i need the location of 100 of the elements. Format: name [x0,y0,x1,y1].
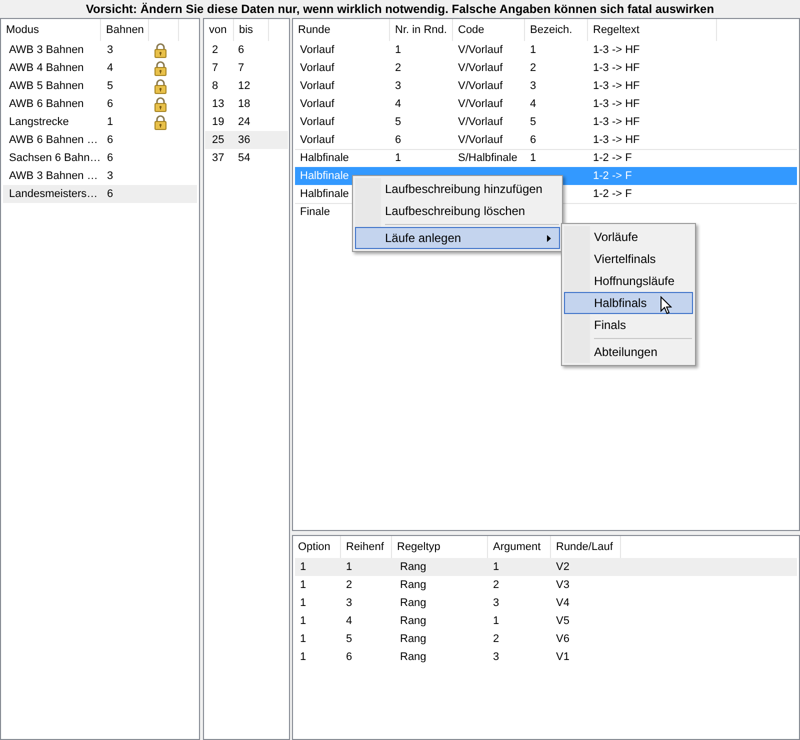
table-cell-text: Langstrecke [8,114,70,130]
table-cell-text: 1 [299,578,308,593]
table-cell-text: 6 [106,132,114,148]
table-cell-text: 1 [299,650,308,665]
column-header[interactable]: von [204,19,234,41]
table-cell-text: V4 [555,596,570,611]
table-cell-text: 6 [106,150,114,166]
table-cell-text: 1 [299,632,308,647]
menu-item[interactable]: Laufbeschreibung hinzufügen [355,178,560,200]
table-row[interactable]: Landesmeisters… 6 [3,185,197,203]
table-cell-text: Vorlauf [299,114,336,130]
table-row[interactable]: 1 4 Rang 1 V5 [295,612,797,630]
column-header[interactable]: Nr. in Rnd. [390,19,453,41]
table-cell-text: 1-2 -> F [592,186,633,202]
menu-item[interactable]: Läufe anlegen [355,227,560,249]
table-row[interactable]: Langstrecke 1 [3,113,197,131]
menu-item[interactable]: Abteilungen [564,341,693,363]
table-cell-text: 1-2 -> F [592,151,633,166]
table-cell-text: Vorlauf [299,96,336,112]
table-row[interactable]: 1 2 Rang 2 V3 [295,576,797,594]
menu-item[interactable]: Laufbeschreibung löschen [355,200,560,222]
table-cell-text: 6 [106,96,114,112]
table-cell-text: 18 [237,96,252,112]
table-cell-text: 6 [345,650,354,665]
table-cell-text: 5 [345,632,354,647]
table-cell-text: V3 [555,578,570,593]
table-cell-text: 7 [211,60,220,76]
table-cell-text: Halbfinale [299,168,350,184]
table-cell-text: 6 [237,42,246,58]
table-cell-text: Vorlauf [299,132,336,148]
table-cell-text: Halbfinale [299,151,350,166]
column-header[interactable]: Bezeich. [525,19,588,41]
table-cell-text: 2 [345,578,354,593]
table-cell-text: 1 [299,596,308,611]
menu-item[interactable]: Finals [564,314,693,336]
table-cell-text: Vorlauf [299,60,336,76]
table-row[interactable]: 1 1 Rang 1 V2 [295,558,797,576]
menu-item[interactable]: Hoffnungsläufe [564,270,693,292]
table-cell-text: Landesmeisters… [8,186,99,202]
column-header[interactable]: bis [234,19,269,41]
column-header[interactable]: Regeltext [588,19,717,41]
table-cell-text: 1 [299,614,308,629]
column-header[interactable]: Bahnen [101,19,149,41]
menu-item[interactable]: Vorläufe [564,226,693,248]
table-row[interactable]: Sachsen 6 Bahn… 6 [3,149,197,167]
table-row[interactable]: AWB 5 Bahnen 5 [3,77,197,95]
table-cell-text: 1-3 -> HF [592,132,641,148]
table-cell-text: 2 [211,42,220,58]
table-cell-text: 1 [299,560,308,575]
table-cell-text: 2 [492,632,500,647]
table-cell-text: AWB 5 Bahnen [8,78,85,94]
table-cell-text: 13 [211,96,226,112]
table-row[interactable]: AWB 4 Bahnen 4 [3,59,197,77]
table-cell-text: S/Halbfinale [457,151,518,166]
table-row[interactable]: 37 54 [205,149,288,167]
table-row[interactable]: AWB 3 Bahnen 3 [3,41,197,59]
table-cell-text: V/Vorlauf [457,42,504,58]
table-cell-text: 2 [492,578,500,593]
table-row[interactable]: AWB 6 Bahnen … 6 [3,131,197,149]
table-cell-text: 4 [106,60,114,76]
table-cell-text: 4 [529,96,538,112]
table-cell-text: AWB 4 Bahnen [8,60,85,76]
table-cell-text: 3 [492,650,500,665]
table-row[interactable]: 19 24 [205,113,288,131]
table-row[interactable]: AWB 3 Bahnen … 3 [3,167,197,185]
table-cell-text: Rang [399,596,428,611]
column-header[interactable]: Modus [1,19,101,41]
table-cell-text: 3 [529,78,538,94]
column-header[interactable]: Runde [293,19,390,41]
table-cell-text: 1-3 -> HF [592,60,641,76]
table-row[interactable]: 1 6 Rang 3 V1 [295,648,797,666]
table-row[interactable]: 8 12 [205,77,288,95]
table-cell-text: 2 [394,60,402,76]
table-cell-text: 2 [529,60,538,76]
table-row[interactable]: 1 3 Rang 3 V4 [295,594,797,612]
table-cell-text: V/Vorlauf [457,114,504,130]
table-cell-text: V/Vorlauf [457,60,504,76]
menu-item[interactable]: Halbfinals [564,292,693,314]
table-row[interactable]: 13 18 [205,95,288,113]
table-row[interactable]: 7 7 [205,59,288,77]
table-row[interactable]: 25 36 [205,131,288,149]
table-cell-text: Rang [399,578,428,593]
table-row[interactable]: 1 5 Rang 2 V6 [295,630,797,648]
table-cell-text: V/Vorlauf [457,78,504,94]
table-cell-text: 1 [106,114,114,130]
table-cell-text: AWB 3 Bahnen … [8,168,99,184]
table-cell-text: Rang [399,560,428,575]
table-cell-text: Sachsen 6 Bahn… [8,150,101,166]
table-cell-text: AWB 6 Bahnen [8,96,85,112]
table-cell-text: Rang [399,650,428,665]
table-cell-text: 1 [394,151,402,166]
column-header[interactable]: Code [453,19,525,41]
table-cell-text: V5 [555,614,570,629]
table-row[interactable]: 2 6 [205,41,288,59]
menu-item[interactable]: Viertelfinals [564,248,693,270]
table-cell-text: V/Vorlauf [457,96,504,112]
table-cell-text: 6 [394,132,402,148]
table-cell-text: 3 [106,168,114,184]
table-row[interactable]: AWB 6 Bahnen 6 [3,95,197,113]
table-cell-text: AWB 3 Bahnen [8,42,85,58]
